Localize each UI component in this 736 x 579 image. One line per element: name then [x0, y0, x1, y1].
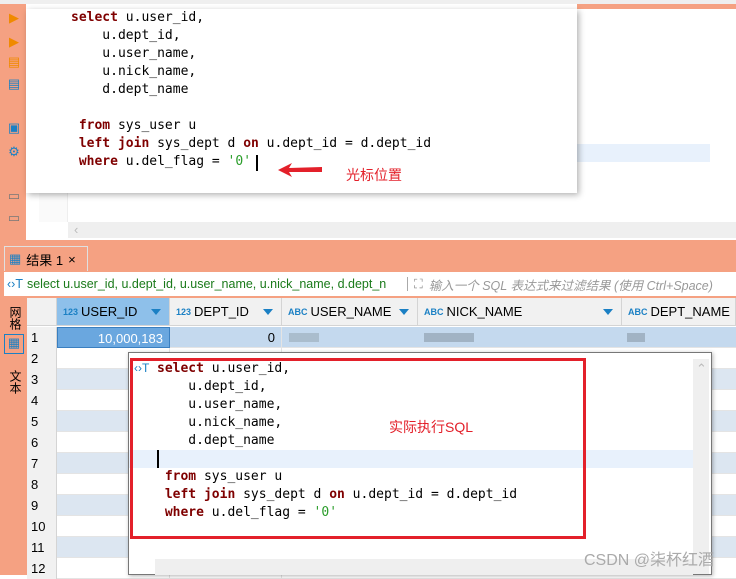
code-token: left join: [71, 136, 150, 151]
filter-input[interactable]: 输入一个 SQL 表达式来过滤结果 (使用 Ctrl+Space): [429, 275, 713, 294]
watermark: CSDN @柒杯红酒: [584, 552, 715, 569]
query-preview[interactable]: select u.user_id, u.dept_id, u.user_name…: [23, 277, 408, 291]
grid-icon: ▦: [9, 251, 22, 266]
view-switcher: 网格 ▦ 文本: [0, 298, 27, 575]
row-number: 12: [27, 558, 57, 579]
executed-sql-annotation: 实际执行SQL: [389, 419, 474, 435]
sort-icon[interactable]: [603, 309, 613, 315]
blurred-nick-name: [424, 333, 474, 342]
column-header-dept-id[interactable]: 123 DEPT_ID: [170, 298, 282, 326]
blurred-user-name: [289, 333, 319, 342]
console-icon[interactable]: ▣: [6, 120, 22, 136]
column-name: DEPT_NAME: [650, 304, 730, 319]
row-number: 8: [27, 474, 57, 495]
export-icon[interactable]: ▭: [6, 188, 22, 204]
row-number: 7: [27, 453, 57, 474]
grid-view-icon[interactable]: ▦: [4, 334, 24, 354]
code-token: u.user_name,: [71, 46, 197, 61]
code-token: u.del_flag =: [117, 154, 228, 169]
execute-new-tab-icon[interactable]: ▶: [6, 34, 22, 50]
filter-bar[interactable]: ‹›T select u.user_id, u.dept_id, u.user_…: [4, 272, 736, 296]
row-number: 10: [27, 516, 57, 537]
tab-label: 结果 1: [26, 252, 64, 268]
sort-icon[interactable]: [399, 309, 409, 315]
code-line: d.dept_name: [71, 81, 188, 99]
row-number: 3: [27, 369, 57, 390]
code-token: u.nick_name,: [71, 64, 197, 79]
code-token: where: [71, 154, 118, 169]
execute-script-icon[interactable]: ▤: [6, 54, 22, 70]
code-line: where u.del_flag = '0': [71, 153, 251, 171]
expand-icon[interactable]: ⛶: [414, 277, 423, 292]
code-token: from: [71, 118, 111, 133]
row-number: 11: [27, 537, 57, 558]
code-line: from sys_user u: [71, 117, 196, 135]
explain-plan-icon[interactable]: ▤: [6, 76, 22, 92]
row-number: 4: [27, 390, 57, 411]
sort-icon[interactable]: [263, 309, 273, 315]
type-icon: ABC: [288, 306, 308, 317]
code-line: left join sys_dept d on u.dept_id = d.de…: [71, 135, 431, 153]
code-token: '0': [227, 154, 252, 169]
close-tab-icon[interactable]: ×: [68, 252, 76, 267]
settings-gear-icon[interactable]: ⚙: [6, 144, 22, 160]
blurred-dept-name: [627, 333, 645, 342]
column-header-user-name[interactable]: ABC USER_NAME: [282, 298, 418, 326]
table-row[interactable]: 1 10,000,183 0: [27, 327, 736, 348]
cell-user-id[interactable]: 10,000,183: [57, 327, 170, 348]
code-token: u.user_id,: [117, 10, 205, 25]
executed-sql-highlight-box: [130, 358, 586, 539]
popup-vertical-scrollbar[interactable]: ⌃: [693, 359, 709, 574]
execute-icon[interactable]: ▶: [6, 10, 22, 26]
row-number: 2: [27, 348, 57, 369]
text-cursor: [256, 155, 258, 171]
type-icon: 123: [63, 306, 79, 317]
column-header-dept-name[interactable]: ABC DEPT_NAME: [622, 298, 736, 326]
cursor-position-annotation: 光标位置: [346, 167, 402, 183]
view-tab-text[interactable]: 文本: [4, 370, 24, 394]
sql-text-icon: ‹›T: [7, 277, 23, 291]
column-name: DEPT_ID: [194, 304, 249, 319]
row-number: 1: [27, 327, 57, 348]
sort-icon[interactable]: [151, 309, 161, 315]
row-number: 9: [27, 495, 57, 516]
code-token: u.dept_id,: [71, 28, 181, 43]
type-icon: 123: [176, 306, 192, 317]
tab-result-1[interactable]: ▦ 结果 1 ×: [4, 246, 88, 271]
type-icon: ABC: [424, 306, 444, 317]
cell-dept-id[interactable]: 0: [170, 327, 282, 348]
column-header-nick-name[interactable]: ABC NICK_NAME: [418, 298, 622, 326]
editor-toolbar: ▶ ▶ ▤ ▤ ▣ ⚙ ▭ ▭: [0, 4, 26, 240]
column-name: USER_ID: [81, 304, 138, 319]
code-token: sys_dept d: [149, 136, 244, 151]
code-token: on: [243, 136, 259, 151]
code-line: u.user_name,: [71, 45, 196, 63]
code-token: sys_user u: [110, 118, 197, 133]
row-number-header: [27, 298, 57, 326]
row-number: 5: [27, 411, 57, 432]
code-token: select: [71, 10, 118, 25]
code-line: u.dept_id,: [71, 27, 181, 45]
code-token: d.dept_name: [71, 82, 189, 97]
view-tab-grid[interactable]: 网格: [4, 306, 24, 330]
file-lock-icon[interactable]: ▭: [6, 210, 22, 226]
column-name: NICK_NAME: [446, 304, 523, 319]
code-line: u.nick_name,: [71, 63, 196, 81]
column-name: USER_NAME: [310, 304, 392, 319]
type-icon: ABC: [628, 306, 648, 317]
row-number: 6: [27, 432, 57, 453]
code-line: select u.user_id,: [71, 9, 204, 27]
editor-horizontal-scrollbar[interactable]: ‹: [68, 222, 736, 238]
red-arrow-icon: [278, 163, 322, 177]
code-token: u.dept_id = d.dept_id: [258, 136, 432, 151]
column-header-user-id[interactable]: 123 USER_ID: [57, 298, 170, 326]
